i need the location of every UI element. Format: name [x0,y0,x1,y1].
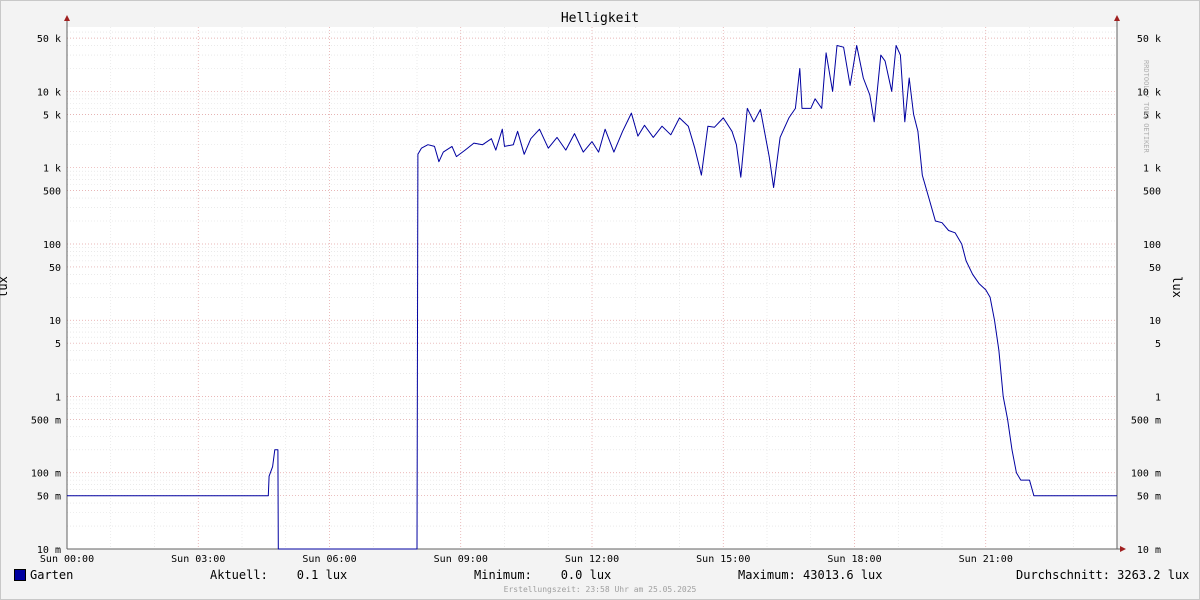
x-tick-label: Sun 00:00 [40,554,94,565]
y-tick-label-right: 10 m [1137,545,1161,556]
legend-swatch [14,569,26,581]
x-tick-label: Sun 03:00 [171,554,225,565]
y-tick-label-left: 1 k [43,164,61,175]
watermark: RRDTOOL / TOBI OETIKER [1142,60,1150,153]
y-tick-label-left: 500 [43,187,61,198]
stat-current: Aktuell: 0.1 lux [210,568,348,582]
y-tick-label-right: 100 [1143,240,1161,251]
x-tick-label: Sun 12:00 [565,554,619,565]
y-tick-label-right: 100 m [1131,469,1161,480]
y-axis-label-left: lux [0,276,10,298]
y-axis-label-right: lux [1169,276,1184,298]
y-tick-label-left: 5 [55,339,61,350]
y-tick-label-left: 50 m [37,492,61,503]
y-tick-label-left: 10 k [37,87,61,98]
y-tick-label-left: 1 [55,392,61,403]
stat-minimum: Minimum: 0.0 lux [474,568,612,582]
chart-title: Helligkeit [560,11,640,26]
legend-label: Garten [30,568,74,582]
y-tick-label-right: 500 m [1131,415,1161,426]
y-tick-label-right: 50 k [1137,34,1161,45]
x-axis-arrow [1120,546,1126,552]
stat-average: Durchschnitt: 3263.2 lux [1016,568,1190,582]
x-tick-label: Sun 15:00 [696,554,750,565]
y-tick-label-left: 100 m [31,469,61,480]
y-tick-label-right: 5 [1155,339,1161,350]
x-tick-label: Sun 21:00 [959,554,1013,565]
y-tick-label-right: 1 k [1143,164,1161,175]
y-tick-label-right: 50 m [1137,492,1161,503]
x-tick-label: Sun 18:00 [827,554,881,565]
y-tick-label-right: 50 [1149,263,1161,274]
y-tick-label-left: 5 k [43,110,61,121]
y-tick-label-right: 1 [1155,392,1161,403]
y-tick-label-left: 100 [43,240,61,251]
chart-canvas: 10 m 10 m50 m 50 m100 m 100 m500 m 500 m1 15 5… [31,15,1161,565]
x-tick-label: Sun 06:00 [302,554,356,565]
y-tick-label-left: 10 [49,316,61,327]
footer-timestamp: Erstellungszeit: 23:58 Uhr am 25.05.2025 [503,585,697,594]
y-tick-label-left: 50 k [37,34,61,45]
y-tick-label-right: 500 [1143,187,1161,198]
y-tick-label-right: 10 [1149,316,1161,327]
y-tick-label-left: 500 m [31,415,61,426]
stat-maximum: Maximum: 43013.6 lux [738,568,883,582]
y-tick-label-left: 50 [49,263,61,274]
x-tick-label: Sun 09:00 [434,554,488,565]
